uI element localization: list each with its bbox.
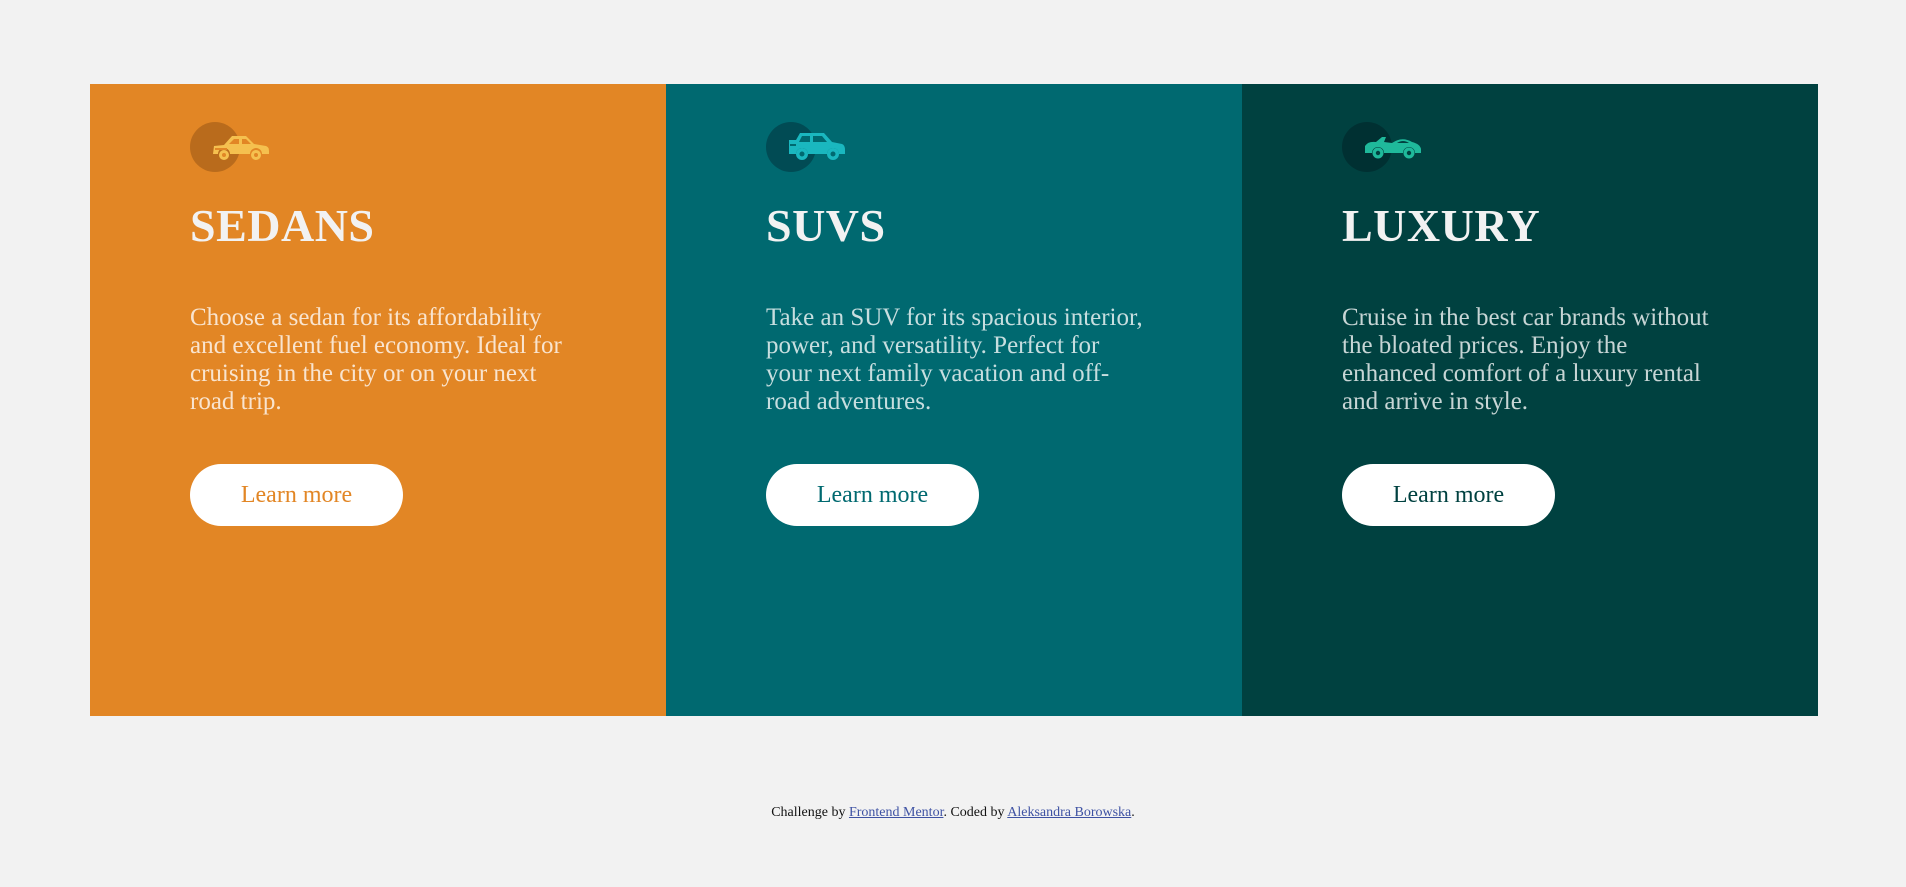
card-title: SEDANS [190, 200, 375, 251]
attribution: Challenge by Frontend Mentor. Coded by A… [0, 805, 1906, 821]
frontend-mentor-link[interactable]: Frontend Mentor [849, 805, 944, 820]
sedan-icon-wrap [190, 122, 274, 174]
card-sedans: SEDANS Choose a sedan for its affordabil… [90, 84, 666, 716]
learn-more-button[interactable]: Learn more [766, 464, 979, 526]
sedan-car-icon [213, 136, 269, 160]
luxury-icon-wrap [1342, 122, 1426, 174]
suv-car-icon [789, 133, 845, 160]
learn-more-button[interactable]: Learn more [1342, 464, 1555, 526]
card-title: SUVS [766, 200, 886, 251]
learn-more-button[interactable]: Learn more [190, 464, 403, 526]
author-link[interactable]: Aleksandra Borowska [1007, 805, 1131, 820]
luxury-car-icon [1365, 137, 1421, 159]
attribution-middle: . Coded by [943, 805, 1008, 820]
attribution-suffix: . [1131, 805, 1135, 820]
attribution-prefix: Challenge by [771, 805, 849, 820]
cards-container: SEDANS Choose a sedan for its affordabil… [90, 84, 1818, 716]
suv-icon-wrap [766, 122, 850, 174]
card-suvs: SUVS Take an SUV for its spacious interi… [666, 84, 1242, 716]
card-luxury: LUXURY Cruise in the best car brands wit… [1242, 84, 1818, 716]
card-description: Choose a sedan for its affordability and… [190, 304, 562, 415]
card-title: LUXURY [1342, 200, 1541, 251]
card-description: Take an SUV for its spacious interior, p… [766, 304, 1143, 415]
card-description: Cruise in the best car brands without th… [1342, 304, 1709, 415]
